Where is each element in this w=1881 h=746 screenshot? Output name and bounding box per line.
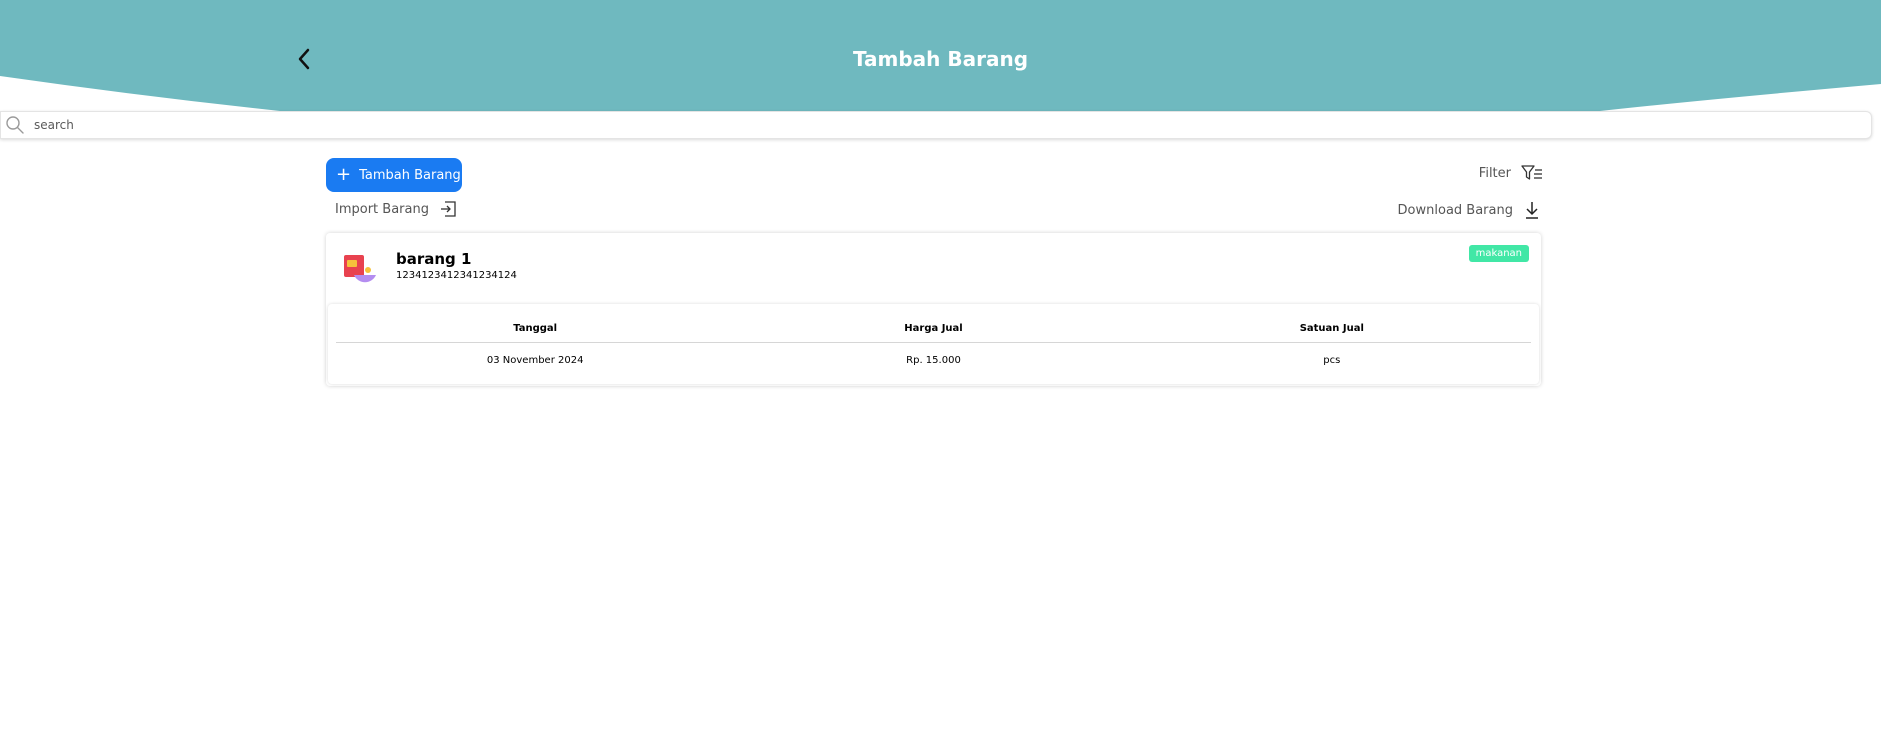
- search-icon: [5, 115, 25, 135]
- filter-icon: [1521, 165, 1542, 180]
- cell-date: 03 November 2024: [486, 354, 584, 366]
- table-header-row: Tanggal Harga Jual Satuan Jual: [336, 315, 1531, 343]
- item-card[interactable]: barang 1 1234123412341234124 makanan Tan…: [326, 233, 1541, 386]
- table-row: 03 November 2024 Rp. 15.000 pcs: [336, 350, 1531, 370]
- download-items-button[interactable]: Download Barang: [1398, 200, 1541, 220]
- plus-icon: +: [336, 164, 352, 185]
- price-table: Tanggal Harga Jual Satuan Jual 03 Novemb…: [328, 304, 1539, 384]
- item-name: barang 1: [396, 250, 472, 268]
- import-items-label: Import Barang: [335, 201, 429, 217]
- filter-label: Filter: [1478, 165, 1511, 181]
- import-icon: [440, 201, 456, 217]
- add-item-label: Tambah Barang: [359, 167, 461, 183]
- category-badge: makanan: [1468, 245, 1529, 262]
- header: Tambah Barang: [0, 0, 1881, 112]
- item-code: 1234123412341234124: [396, 270, 517, 281]
- download-icon: [1526, 202, 1538, 219]
- import-items-button[interactable]: Import Barang: [335, 200, 457, 218]
- search-input[interactable]: [32, 117, 1732, 133]
- column-header-unit: Satuan Jual: [1299, 323, 1364, 334]
- food-icon: [344, 255, 376, 283]
- filter-button[interactable]: Filter: [1479, 164, 1543, 182]
- page-title: Tambah Barang: [852, 47, 1029, 71]
- search-bar: [0, 111, 1872, 139]
- column-header-price: Harga Jual: [904, 323, 963, 334]
- cell-price: Rp. 15.000: [906, 354, 961, 366]
- cell-unit: pcs: [1323, 354, 1341, 366]
- add-item-button[interactable]: + Tambah Barang: [326, 158, 462, 192]
- column-header-date: Tanggal: [513, 323, 558, 334]
- download-items-label: Download Barang: [1397, 202, 1513, 218]
